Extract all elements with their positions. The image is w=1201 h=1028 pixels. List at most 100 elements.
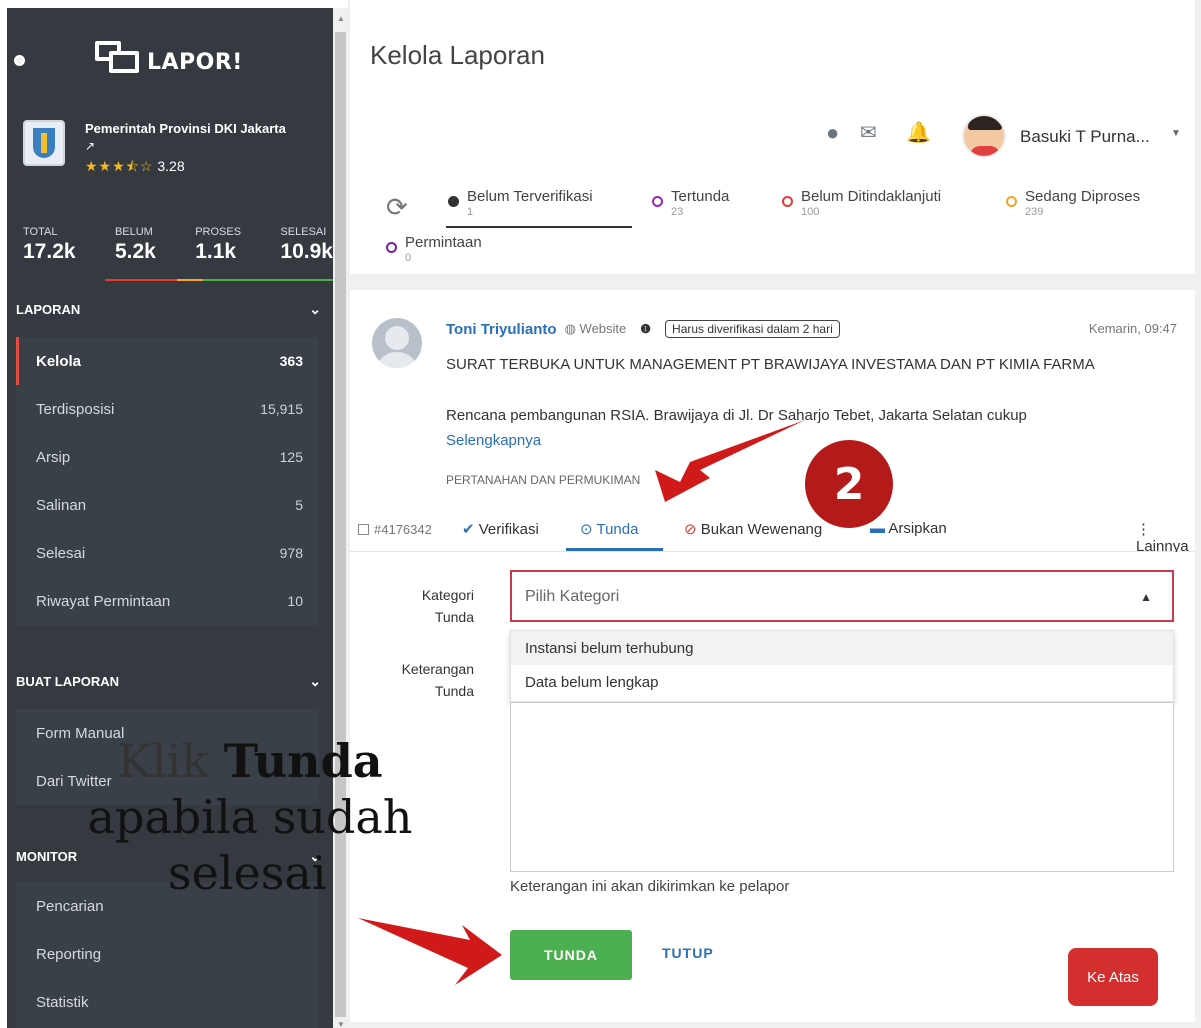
keterangan-textarea[interactable] xyxy=(510,702,1174,872)
app-logo[interactable]: LAPOR! xyxy=(95,38,243,75)
tab-sedang-diproses[interactable]: Sedang Diproses 239 xyxy=(1006,188,1140,218)
tab-count: 100 xyxy=(801,206,820,218)
sidebar-item-reporting[interactable]: Reporting xyxy=(16,930,319,978)
tab-label: Belum Ditindaklanjuti xyxy=(801,188,942,205)
more-vertical-icon: ⋮ xyxy=(1136,521,1151,538)
reporter-avatar xyxy=(372,318,422,368)
sidebar-item-selesai[interactable]: Selesai 978 xyxy=(16,529,319,577)
help-text: Keterangan ini akan dikirimkan ke pelapo… xyxy=(510,878,790,895)
callout-emphasis: Tunda xyxy=(223,734,383,788)
action-label: Bukan Wewenang xyxy=(700,521,823,538)
clock-icon: ⊙ xyxy=(580,521,597,538)
info-icon[interactable]: ❶ xyxy=(640,322,651,336)
label-line: Tunda xyxy=(434,609,474,625)
menu-label: Reporting xyxy=(36,945,102,963)
section-laporan-header[interactable]: LAPORAN ⌄ xyxy=(7,283,333,335)
scroll-up-icon[interactable]: ▲ xyxy=(337,14,345,23)
label-line: Kategori xyxy=(421,587,474,603)
globe-icon[interactable] xyxy=(14,55,25,66)
left-gutter xyxy=(0,0,7,1028)
arsipkan-button[interactable]: ▬ Arsipkan xyxy=(870,520,947,537)
source-text: Website xyxy=(579,321,627,336)
dropdown-option[interactable]: Instansi belum terhubung xyxy=(511,631,1173,665)
laporan-menu: Kelola 363 Terdisposisi 15,915 Arsip 125 Sa… xyxy=(16,337,319,625)
report-header: Toni Triyulianto ◍ Website ❶ Harus diver… xyxy=(446,320,840,338)
tab-tertunda[interactable]: Tertunda 23 xyxy=(652,188,729,218)
tab-label: Belum Terverifikasi xyxy=(467,188,593,205)
tunda-form: Kategori Tunda Pilih Kategori ▲ Instansi… xyxy=(350,552,1195,1022)
kategori-select[interactable]: Pilih Kategori ▲ xyxy=(510,570,1174,622)
menu-count: 363 xyxy=(279,353,303,369)
bell-icon[interactable]: 🔔 xyxy=(906,120,931,145)
reporter-name[interactable]: Toni Triyulianto xyxy=(446,321,557,338)
label-line: Tunda xyxy=(434,683,474,699)
bukan-wewenang-button[interactable]: ⊘ Bukan Wewenang xyxy=(684,520,822,538)
status-dot xyxy=(448,196,459,207)
menu-label: Selesai xyxy=(36,544,86,562)
org-emblem-icon xyxy=(23,120,65,166)
menu-label: Riwayat Permintaan xyxy=(36,592,171,610)
sidebar-item-arsip[interactable]: Arsip 125 xyxy=(16,433,319,481)
app-root: LAPOR! Pemerintah Provinsi DKI Jakarta ↗… xyxy=(0,0,1201,1028)
stat-label: TOTAL xyxy=(23,226,58,238)
kategori-dropdown: Instansi belum terhubung Data belum leng… xyxy=(510,630,1174,702)
check-icon: ✔ xyxy=(462,521,479,538)
menu-label: Kelola xyxy=(36,352,82,370)
tunda-tab-button[interactable]: ⊙ Tunda xyxy=(580,520,638,538)
verifikasi-button[interactable]: ✔ Verifikasi xyxy=(462,520,539,538)
mail-icon[interactable]: ✉ xyxy=(860,120,877,145)
section-buat-laporan-header[interactable]: BUAT LAPORAN ⌄ xyxy=(7,655,333,707)
section-title: BUAT LAPORAN xyxy=(16,673,120,689)
user-avatar[interactable] xyxy=(962,114,1006,158)
tab-belum-ditindaklanjuti[interactable]: Belum Ditindaklanjuti 100 xyxy=(782,188,941,218)
sidebar-item-salinan[interactable]: Salinan 5 xyxy=(16,481,319,529)
read-more-link[interactable]: Selengkapnya xyxy=(446,432,541,449)
scroll-down-icon[interactable]: ▼ xyxy=(337,1020,345,1028)
org-profile: Pemerintah Provinsi DKI Jakarta ↗ ★★★⯪☆ … xyxy=(23,120,286,180)
action-label: Tunda xyxy=(596,521,639,538)
chevron-down-icon[interactable]: ⌄ xyxy=(309,673,321,690)
stat-total: TOTAL 17.2k xyxy=(23,226,76,264)
sidebar-item-riwayat-permintaan[interactable]: Riwayat Permintaan 10 xyxy=(16,577,319,625)
external-link-icon[interactable]: ↗ xyxy=(85,138,286,154)
stat-value: 17.2k xyxy=(23,240,76,263)
step-number-badge: 2 xyxy=(805,440,893,528)
report-id: #4176342 xyxy=(374,522,432,537)
refresh-icon[interactable]: ⟳ xyxy=(386,192,408,223)
select-placeholder: Pilih Kategori xyxy=(525,588,620,605)
callout-text: Klik xyxy=(117,734,224,788)
ke-atas-button[interactable]: Ke Atas xyxy=(1068,948,1158,1006)
sidebar-item-statistik[interactable]: Statistik xyxy=(16,978,319,1026)
org-rating: ★★★⯪☆ 3.28 xyxy=(85,156,286,180)
sidebar-item-terdisposisi[interactable]: Terdisposisi 15,915 xyxy=(16,385,319,433)
sidebar-item-kelola[interactable]: Kelola 363 xyxy=(16,337,319,385)
tab-count: 0 xyxy=(405,252,412,264)
monitor-menu: Pencarian Reporting Statistik xyxy=(16,882,319,1028)
source-label: ◍ Website xyxy=(565,321,627,337)
tunda-submit-button[interactable]: TUNDA xyxy=(510,930,632,980)
stat-value: 5.2k xyxy=(114,240,156,263)
active-tab-indicator xyxy=(446,226,632,228)
user-name[interactable]: Basuki T Purna... xyxy=(1020,127,1150,147)
select-checkbox[interactable] xyxy=(358,524,369,535)
google-icon[interactable]: ● xyxy=(826,120,839,146)
report-category: PERTANAHAN DAN PERMUKIMAN xyxy=(446,473,641,487)
chevron-down-icon[interactable]: ⌄ xyxy=(309,301,321,318)
org-name: Pemerintah Provinsi DKI Jakarta xyxy=(85,121,286,136)
menu-label: Terdisposisi xyxy=(36,400,115,418)
section-title: LAPORAN xyxy=(16,301,81,317)
tutup-button[interactable]: TUTUP xyxy=(662,945,714,961)
action-label: Arsipkan xyxy=(888,520,947,537)
header-card: Kelola Laporan ● ✉ 🔔 Basuki T Purna... ▼… xyxy=(350,0,1195,274)
status-dot xyxy=(386,242,397,253)
tab-count: 1 xyxy=(467,206,474,218)
caret-up-icon[interactable]: ▲ xyxy=(1140,590,1152,604)
tab-belum-terverifikasi[interactable]: Belum Terverifikasi 1 xyxy=(448,188,593,218)
menu-count: 125 xyxy=(279,449,303,465)
caret-down-icon[interactable]: ▼ xyxy=(1171,128,1181,139)
tab-permintaan[interactable]: Permintaan 0 xyxy=(386,234,482,264)
brand-name: LAPOR! xyxy=(147,50,243,75)
menu-label: Arsip xyxy=(36,448,71,466)
stat-belum: BELUM 5.2k xyxy=(115,226,156,264)
dropdown-option[interactable]: Data belum lengkap xyxy=(511,665,1173,699)
